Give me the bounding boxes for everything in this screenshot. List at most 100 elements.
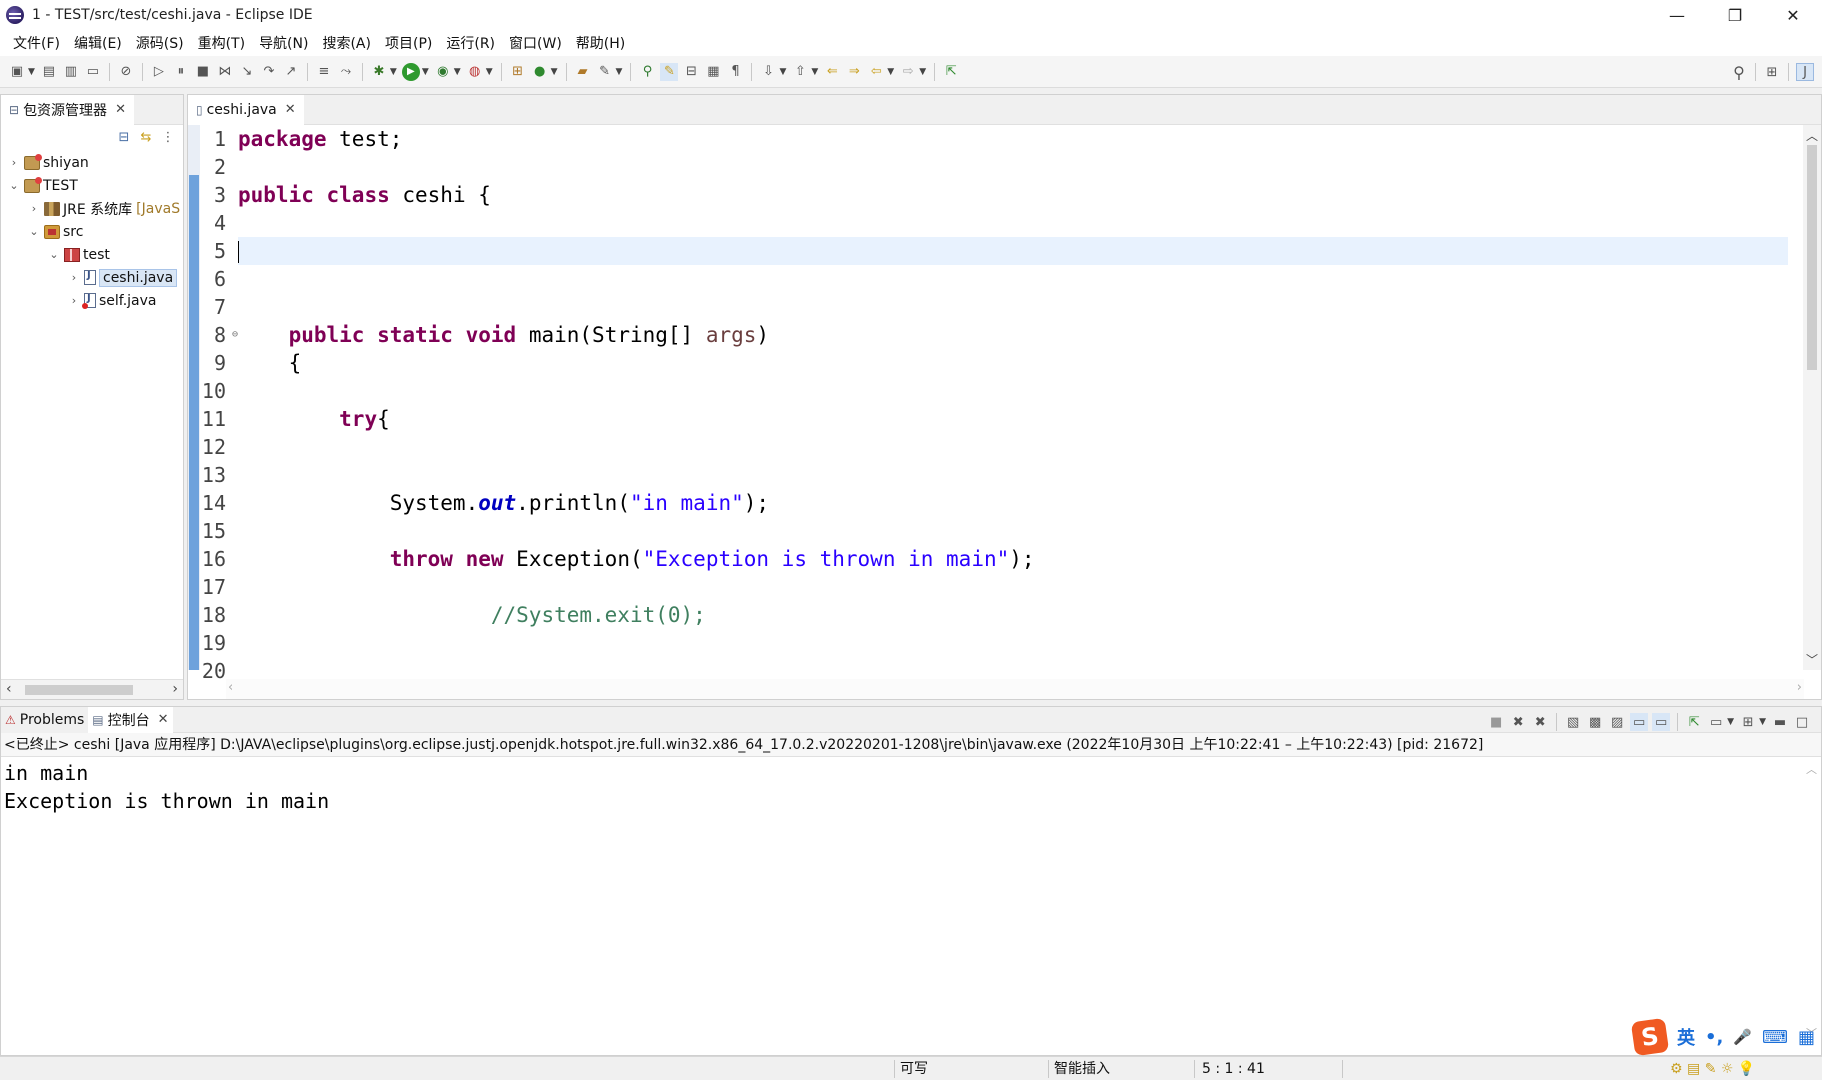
- tree-item-src[interactable]: ⌄ src: [1, 220, 183, 243]
- remove-launch-icon[interactable]: ✖: [1509, 713, 1527, 731]
- scroll-up-icon[interactable]: ︿: [1806, 761, 1817, 777]
- new-dropdown-icon[interactable]: ▼: [28, 67, 35, 77]
- java-perspective-icon[interactable]: J: [1796, 63, 1814, 81]
- tray-icon[interactable]: ▤: [1687, 1061, 1700, 1077]
- open-perspective-icon[interactable]: ⊞: [1763, 63, 1781, 81]
- forward-edit-icon[interactable]: ⇒: [845, 63, 863, 81]
- forward-dropdown-icon[interactable]: ▼: [919, 67, 926, 77]
- block-selection-icon[interactable]: ▦: [704, 63, 722, 81]
- code-line-4[interactable]: [238, 209, 1788, 237]
- menu-file[interactable]: 文件(F): [6, 33, 67, 53]
- minimize-view-icon[interactable]: ▬: [1771, 713, 1789, 731]
- collapse-icon[interactable]: ⌄: [27, 225, 41, 238]
- close-window-button[interactable]: ✕: [1764, 0, 1822, 30]
- display-console-dropdown-icon[interactable]: ▼: [1727, 717, 1734, 727]
- collapse-icon[interactable]: ⌄: [47, 248, 61, 261]
- ime-language-toggle[interactable]: 英: [1677, 1024, 1695, 1050]
- terminate-icon[interactable]: ■: [1487, 713, 1505, 731]
- previous-annotation-dropdown-icon[interactable]: ▼: [811, 67, 818, 77]
- show-on-error-icon[interactable]: ▭: [1652, 713, 1671, 731]
- expand-icon[interactable]: ›: [7, 156, 21, 169]
- package-explorer-hscrollbar[interactable]: ‹ ›: [1, 679, 183, 699]
- save-icon[interactable]: ▤: [40, 63, 58, 81]
- toggle-breadcrumb-icon[interactable]: ⚲: [638, 63, 656, 81]
- back-dropdown-icon[interactable]: ▼: [887, 67, 894, 77]
- code-line-16[interactable]: throw new Exception("Exception is thrown…: [238, 545, 1788, 573]
- last-edit-location-icon[interactable]: ⇐: [823, 63, 841, 81]
- code-line-15[interactable]: [238, 517, 1788, 545]
- code-line-11[interactable]: try{: [238, 405, 1788, 433]
- debug-dropdown-icon[interactable]: ▼: [390, 67, 397, 77]
- coverage-icon[interactable]: ◉: [434, 63, 452, 81]
- use-step-filters-icon[interactable]: ⤳: [337, 63, 355, 81]
- close-icon[interactable]: ✕: [158, 712, 169, 727]
- new-icon[interactable]: ▣: [8, 63, 26, 81]
- next-annotation-icon[interactable]: ⇩: [759, 63, 777, 81]
- new-class-dropdown-icon[interactable]: ▼: [551, 67, 558, 77]
- scroll-right-icon[interactable]: ›: [172, 681, 178, 697]
- external-tools-dropdown-icon[interactable]: ▼: [486, 67, 493, 77]
- menu-help[interactable]: 帮助(H): [569, 33, 632, 53]
- new-class-icon[interactable]: ●: [531, 63, 549, 81]
- code-line-5-current[interactable]: [238, 237, 1788, 265]
- minimize-button[interactable]: —: [1648, 0, 1706, 30]
- view-menu-icon[interactable]: ⋮: [159, 128, 177, 146]
- display-console-icon[interactable]: ▭: [1707, 713, 1725, 731]
- scroll-thumb[interactable]: [25, 685, 133, 695]
- run-dropdown-icon[interactable]: ▼: [422, 67, 429, 77]
- tab-problems[interactable]: ⚠ Problems: [1, 706, 89, 733]
- tree-item-test-package[interactable]: ⌄ test: [1, 243, 183, 266]
- code-line-7[interactable]: [238, 293, 1788, 321]
- skip-breakpoints-icon[interactable]: ⊘: [117, 63, 135, 81]
- menu-search[interactable]: 搜索(A): [315, 33, 378, 53]
- previous-annotation-icon[interactable]: ⇧: [791, 63, 809, 81]
- disconnect-icon[interactable]: ⋈: [216, 63, 234, 81]
- run-icon[interactable]: ▶: [401, 62, 420, 81]
- code-text-area[interactable]: package test; public class ceshi { publi…: [238, 125, 1788, 685]
- close-icon[interactable]: ✕: [115, 102, 126, 117]
- maximize-view-icon[interactable]: □: [1793, 713, 1811, 731]
- resume-icon[interactable]: ▷: [150, 63, 168, 81]
- microphone-icon[interactable]: 🎤: [1733, 1028, 1752, 1046]
- code-line-17[interactable]: [238, 573, 1788, 601]
- menu-project[interactable]: 项目(P): [378, 33, 439, 53]
- code-line-9[interactable]: {: [238, 349, 1788, 377]
- remove-all-terminated-icon[interactable]: ✖: [1531, 713, 1549, 731]
- show-whitespace-icon[interactable]: ¶: [726, 63, 744, 81]
- tree-item-jre-library[interactable]: › JRE 系统库 [JavaS: [1, 197, 183, 220]
- terminate-icon[interactable]: ■: [194, 63, 212, 81]
- forward-icon[interactable]: ⇨: [899, 63, 917, 81]
- scroll-right-icon[interactable]: ›: [1797, 680, 1802, 695]
- scroll-left-icon[interactable]: ‹: [228, 680, 233, 695]
- expand-icon[interactable]: ›: [67, 271, 81, 284]
- tray-icon[interactable]: ⚙: [1670, 1061, 1683, 1077]
- toggle-mark-icon[interactable]: ≡: [315, 63, 333, 81]
- code-line-13[interactable]: [238, 461, 1788, 489]
- pin-editor-icon[interactable]: ⇱: [942, 63, 960, 81]
- link-with-editor-icon[interactable]: ⇆: [137, 128, 155, 146]
- close-icon[interactable]: ✕: [285, 102, 296, 117]
- clear-console-icon[interactable]: ▧: [1564, 713, 1582, 731]
- collapse-all-icon[interactable]: ⊟: [115, 128, 133, 146]
- code-line-8[interactable]: public static void main(String[] args): [238, 321, 1788, 349]
- scroll-up-icon[interactable]: ︿: [1806, 127, 1818, 144]
- show-on-output-icon[interactable]: ▭: [1630, 713, 1649, 731]
- console-output[interactable]: in main Exception is thrown in main: [1, 757, 1821, 815]
- search-tool-dropdown-icon[interactable]: ▼: [616, 67, 623, 77]
- editor-hscrollbar[interactable]: ‹ ›: [226, 679, 1804, 699]
- ime-menu-icon[interactable]: ▦: [1798, 1027, 1815, 1048]
- search-tool-icon[interactable]: ✎: [596, 63, 614, 81]
- menu-run[interactable]: 运行(R): [439, 33, 502, 53]
- tab-console[interactable]: ▤ 控制台 ✕: [88, 706, 173, 733]
- tab-package-explorer[interactable]: ⊟ 包资源管理器 ✕: [1, 94, 134, 125]
- tab-ceshi-java[interactable]: ▯ ceshi.java ✕: [188, 94, 304, 125]
- keyboard-icon[interactable]: ⌨: [1762, 1027, 1788, 1048]
- mark-occurrences-icon[interactable]: ✎: [660, 62, 679, 81]
- code-line-12[interactable]: [238, 433, 1788, 461]
- open-type-icon[interactable]: ▰: [574, 63, 592, 81]
- step-return-icon[interactable]: ↗: [282, 63, 300, 81]
- search-icon[interactable]: ⚲: [1730, 63, 1748, 82]
- tree-item-ceshi-java[interactable]: › ceshi.java: [1, 266, 183, 289]
- ime-punctuation-toggle[interactable]: •,: [1705, 1027, 1723, 1048]
- word-wrap-icon[interactable]: ▨: [1608, 713, 1626, 731]
